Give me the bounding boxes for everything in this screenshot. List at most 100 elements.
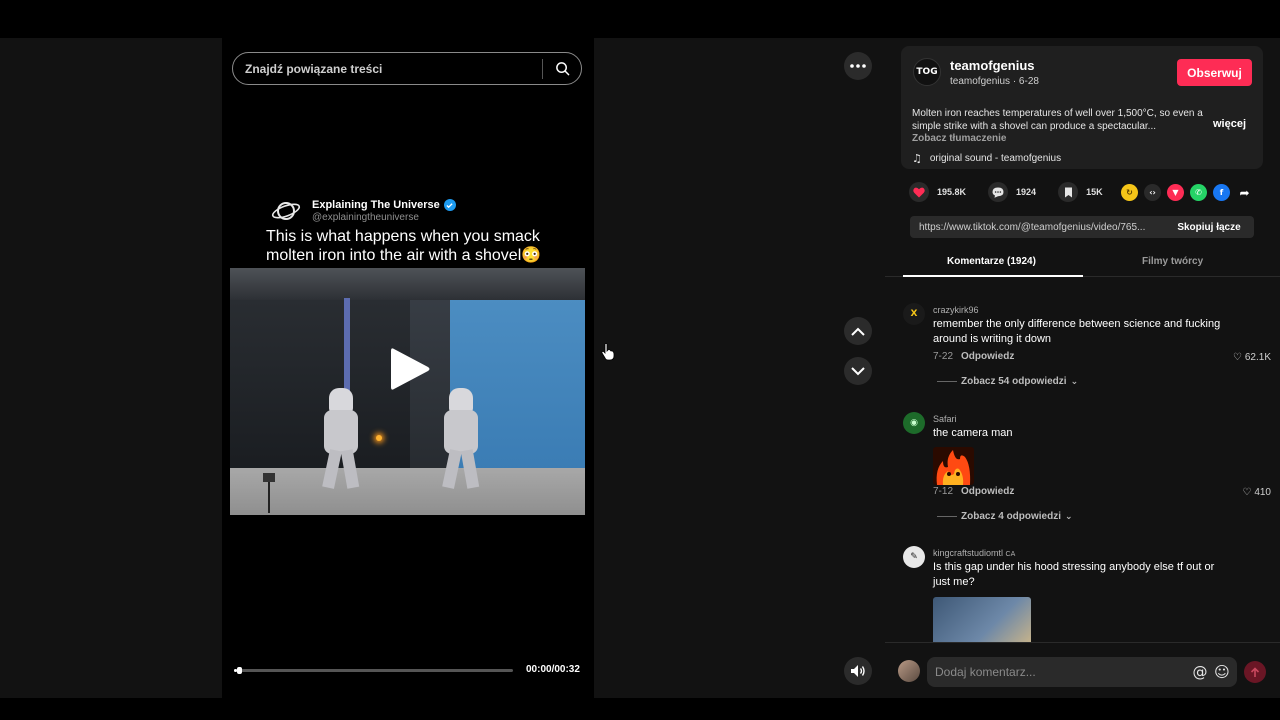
- post-header: Explaining The Universe @explainingtheun…: [270, 196, 570, 226]
- save-count: 15K: [1086, 187, 1103, 197]
- country-badge: CA: [1005, 551, 1016, 558]
- next-video-button[interactable]: [844, 357, 872, 385]
- share-arrow-icon[interactable]: ➦: [1236, 184, 1253, 201]
- video-time: 00:00/00:32: [526, 664, 580, 675]
- comment-like-count: 410: [1254, 487, 1271, 498]
- molten-iron-spark: [376, 435, 382, 441]
- video-progress-knob[interactable]: [236, 667, 242, 674]
- comment-text: remember the only difference between sci…: [933, 318, 1221, 345]
- camera-tripod-icon: [263, 473, 275, 513]
- comment-username[interactable]: crazykirk96: [933, 305, 979, 315]
- previous-video-button[interactable]: [844, 317, 872, 345]
- comment-bubble-icon: [988, 182, 1009, 202]
- see-translation-link[interactable]: Zobacz tłumaczenie: [912, 133, 1006, 144]
- search-icon: [555, 62, 569, 76]
- video-progress-bar[interactable]: [234, 667, 513, 674]
- post-caption: This is what happens when you smack molt…: [266, 228, 542, 264]
- send-to-friends-icon[interactable]: ▼: [1167, 184, 1184, 201]
- share-row: ↻ ‹› ▼ ✆ f ➦: [1121, 184, 1259, 201]
- reply-button[interactable]: Odpowiedz: [961, 351, 1014, 362]
- more-options-button[interactable]: [844, 52, 872, 80]
- emoji-icon[interactable]: ☺: [1211, 663, 1233, 681]
- verified-badge-icon: [443, 199, 456, 211]
- commenter-avatar[interactable]: ✎: [903, 546, 925, 568]
- video-description: Molten iron reaches temperatures of well…: [912, 108, 1203, 132]
- reply-button[interactable]: Odpowiedz: [961, 486, 1014, 497]
- more-dots-icon: [850, 64, 866, 68]
- follow-button[interactable]: Obserwuj: [1177, 59, 1252, 86]
- comment-item: X crazykirk96 remember the only differen…: [903, 303, 1273, 393]
- comment-count: 1924: [1016, 187, 1037, 197]
- comment-username[interactable]: Safari: [933, 414, 957, 424]
- panel-tabs: Komentarze (1924) Filmy twórcy: [885, 250, 1280, 277]
- comment-text: the camera man: [933, 427, 1013, 439]
- tab-creator-videos[interactable]: Filmy twórcy: [1142, 256, 1203, 267]
- creator-card: TOG teamofgenius teamofgenius · 6-28 Obs…: [901, 46, 1263, 169]
- speaker-icon: [851, 665, 865, 677]
- search-button[interactable]: [543, 52, 581, 85]
- sound-link[interactable]: ♫ original sound - teamofgenius: [912, 152, 1061, 165]
- comment-username[interactable]: kingcraftstudiomtl CA: [933, 548, 1015, 558]
- like-button[interactable]: 195.8K: [909, 182, 966, 202]
- comment-like-button[interactable]: ♡ 62.1K: [1233, 352, 1271, 363]
- whatsapp-icon[interactable]: ✆: [1190, 184, 1207, 201]
- comment-username-text: kingcraftstudiomtl: [933, 548, 1004, 558]
- show-more-link[interactable]: więcej: [1213, 118, 1246, 130]
- send-comment-button[interactable]: [1244, 661, 1266, 683]
- post-account-name: Explaining The Universe: [312, 199, 456, 211]
- top-bar: [0, 0, 1280, 38]
- tab-comments[interactable]: Komentarze (1924): [947, 256, 1036, 267]
- replies-line: [937, 516, 957, 517]
- related-search-box[interactable]: Znajdź powiązane treści: [232, 52, 582, 85]
- comment-like-button[interactable]: ♡ 410: [1242, 487, 1271, 498]
- facebook-icon[interactable]: f: [1213, 184, 1230, 201]
- engagement-bar: 195.8K 1924 15K: [909, 181, 1125, 203]
- heart-icon: [909, 182, 929, 202]
- current-user-avatar[interactable]: [898, 660, 920, 682]
- view-replies-label: Zobacz 54 odpowiedzi: [961, 376, 1067, 387]
- creator-subtitle: teamofgenius · 6-28: [950, 76, 1039, 87]
- comment-button[interactable]: 1924: [988, 182, 1036, 202]
- view-replies-button[interactable]: Zobacz 4 odpowiedzi ⌄: [937, 511, 1073, 522]
- commenter-avatar[interactable]: X: [903, 303, 925, 325]
- comment-like-count: 62.1K: [1244, 352, 1271, 363]
- replies-line: [937, 381, 957, 382]
- creator-avatar[interactable]: TOG: [913, 58, 941, 86]
- comment-item: ◉ Safari the camera man 7-12 Odpowiedz ♡ 4…: [903, 412, 1273, 524]
- chevron-down-icon: ⌄: [1070, 376, 1079, 387]
- comment-input[interactable]: Dodaj komentarz... @ ☺: [927, 657, 1237, 687]
- copy-link-box: https://www.tiktok.com/@teamofgenius/vid…: [910, 216, 1254, 238]
- mention-icon[interactable]: @: [1189, 663, 1211, 681]
- search-input[interactable]: Znajdź powiązane treści: [233, 62, 542, 76]
- comment-item: ✎ kingcraftstudiomtl CA Is this gap unde…: [903, 546, 1273, 642]
- chevron-down-icon: [851, 366, 865, 375]
- video-url[interactable]: https://www.tiktok.com/@teamofgenius/vid…: [910, 222, 1164, 233]
- bottom-bar: [0, 698, 1280, 720]
- post-account-handle: @explainingtheuniverse: [312, 212, 419, 223]
- save-button[interactable]: 15K: [1058, 182, 1103, 202]
- creator-name[interactable]: teamofgenius: [950, 58, 1035, 73]
- comment-meta: 7-22 Odpowiedz: [933, 351, 1014, 362]
- video-frame[interactable]: [230, 268, 585, 515]
- chevron-up-icon: [851, 327, 865, 336]
- play-icon[interactable]: [388, 346, 432, 392]
- arrow-up-icon: [1250, 666, 1260, 677]
- volume-button[interactable]: [844, 657, 872, 685]
- comment-input-placeholder[interactable]: Dodaj komentarz...: [927, 665, 1189, 679]
- copy-link-button[interactable]: Skopiuj łącze: [1164, 222, 1254, 233]
- fire-sticker-image: [933, 447, 974, 485]
- video-player[interactable]: Znajdź powiązane treści Explaining The U…: [222, 38, 594, 698]
- planet-logo-icon: [270, 196, 302, 226]
- commenter-avatar[interactable]: ◉: [903, 412, 925, 434]
- scene-floor: [230, 468, 585, 515]
- sound-name: original sound - teamofgenius: [929, 153, 1062, 164]
- embed-code-icon[interactable]: ‹›: [1144, 184, 1161, 201]
- comment-attached-image[interactable]: [933, 597, 1031, 642]
- view-replies-button[interactable]: Zobacz 54 odpowiedzi ⌄: [937, 376, 1078, 387]
- mouse-cursor-icon: [601, 343, 615, 361]
- comment-date: 7-22: [933, 351, 954, 362]
- view-replies-label: Zobacz 4 odpowiedzi: [961, 511, 1062, 522]
- repost-icon[interactable]: ↻: [1121, 184, 1138, 201]
- comment-text: Is this gap under his hood stressing any…: [933, 561, 1215, 588]
- heart-outline-icon: ♡: [1232, 352, 1242, 363]
